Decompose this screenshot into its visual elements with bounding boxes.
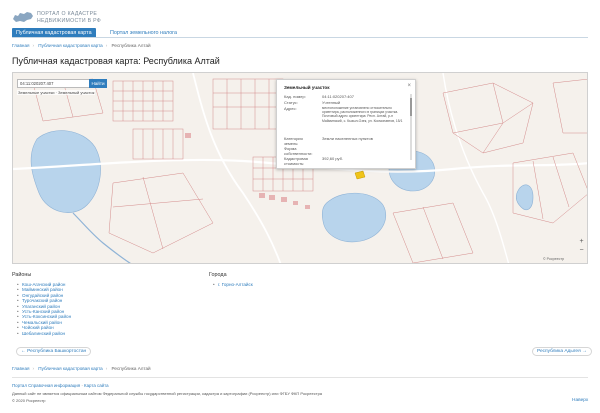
map-layer-label[interactable]: Земельные участки · Земельный участок [17,90,96,95]
breadcrumb-public-map[interactable]: Публичная кадастровая карта [38,43,102,48]
back-to-top-link[interactable]: Наверх [572,398,588,403]
breadcrumb-public-map[interactable]: Публичная кадастровая карта [38,366,102,371]
popup-title: Земельный участок [284,85,330,90]
popup-key: Кад. номер: [284,94,306,99]
footer-portal-label[interactable]: Портал [12,383,28,388]
popup-key: Кадастровая стоимость: [284,156,308,166]
regions-heading: Районы [12,272,32,278]
city-link[interactable]: г. Горно-Алтайск [212,282,253,288]
parcel-info-popup: Земельный участок × Кад. номер: 04:11:02… [276,79,416,169]
popup-value: Учтенный [322,100,341,105]
popup-key: Статус: [284,100,298,105]
site-logo[interactable]: ПОРТАЛ О КАДАСТРЕ НЕДВИЖИМОСТИ В РФ [12,9,222,25]
popup-key: Категория земель: [284,136,303,146]
zoom-out-button[interactable]: − [577,246,586,255]
logo-line-1: ПОРТАЛ О КАДАСТРЕ [37,11,98,17]
tab-underline [12,37,588,38]
close-icon[interactable]: × [407,83,411,89]
popup-value: местоположение установлено относительно … [322,106,403,123]
breadcrumb-bottom: Главная › Публичная кадастровая карта › Ре… [12,366,151,371]
popup-value: 392,60 руб. [322,156,343,161]
footer-reference-link[interactable]: Справочная информация [28,383,80,388]
regions-list: Кош-Агачский район Майминский район Онгу… [16,282,71,337]
breadcrumb: Главная › Публичная кадастровая карта › Ре… [12,43,151,48]
page-title: Публичная кадастровая карта: Республика … [12,56,220,66]
popup-value: Земли населенных пунктов [322,136,373,141]
map-attribution: © Росреестр [543,257,565,261]
region-link[interactable]: Шебалинский район [16,331,71,337]
popup-scrollbar[interactable] [410,94,412,160]
prev-region-button[interactable]: ← Республика Башкортостан [16,347,92,356]
footer-sitemap-link[interactable]: Карта сайта [84,383,108,388]
popup-key: Форма собственности: [284,146,313,156]
zoom-control: + − [577,237,586,255]
popup-value: 04:11:020207:407 [322,94,354,99]
footer-disclaimer: Данный сайт не является официальным сайт… [12,391,323,396]
zoom-in-button[interactable]: + [577,237,586,246]
footer-divider [12,377,588,378]
footer-copyright: © 2020 Росреестр [12,398,46,403]
russia-map-icon [13,12,33,22]
breadcrumb-home[interactable]: Главная [12,43,29,48]
cities-list: г. Горно-Алтайск [212,282,253,288]
next-region-button[interactable]: Республика Адыгея → [532,347,592,356]
breadcrumb-current: Республика Алтай [111,366,151,371]
logo-line-2: НЕДВИЖИМОСТИ В РФ [37,18,102,24]
breadcrumb-home[interactable]: Главная [12,366,29,371]
map-search-button[interactable]: Найти [89,79,107,88]
cities-heading: Города [209,272,227,278]
popup-key: Адрес: [284,106,297,111]
breadcrumb-current: Республика Алтай [111,43,151,48]
footer-links: Портал Справочная информация · Карта сай… [12,383,109,388]
